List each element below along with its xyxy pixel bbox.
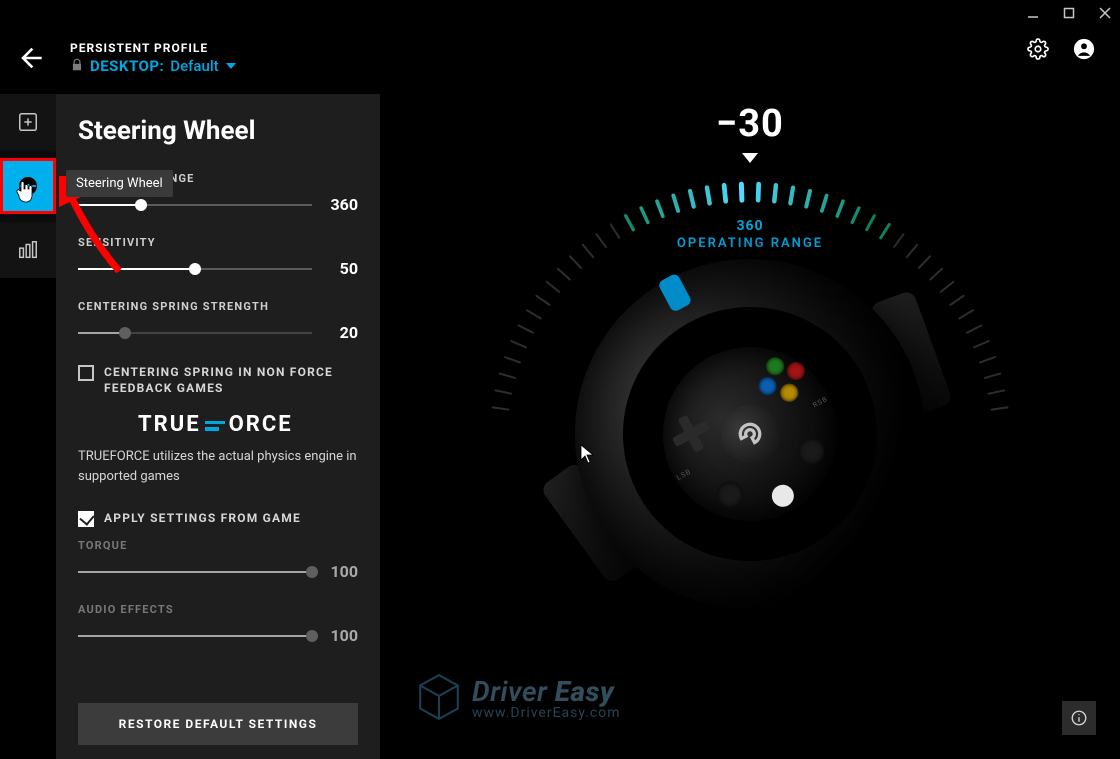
sensitivity-value: 50 (322, 259, 358, 278)
audio-effects-label: AUDIO EFFECTS (78, 603, 358, 616)
centering-spring-nonffb-checkbox[interactable]: CENTERING SPRING IN NON FORCE FEEDBACK G… (78, 364, 358, 396)
operating-range-slider[interactable] (78, 204, 312, 206)
mouse-cursor-icon (580, 444, 594, 468)
centering-spring-label: CENTERING SPRING STRENGTH (78, 300, 358, 313)
trueforce-logo-pre: TRUE (138, 412, 201, 437)
chevron-down-icon (225, 57, 237, 76)
rail-equalizer-button[interactable] (0, 222, 56, 278)
trueforce-logo-post: ORCE (229, 412, 293, 437)
drivereasy-watermark: Driver Easy www.DriverEasy.com (418, 673, 621, 725)
apply-from-game-label: APPLY SETTINGS FROM GAME (104, 510, 301, 526)
account-button[interactable] (1073, 38, 1095, 64)
sensitivity-label: SENSITIVITY (78, 236, 358, 249)
checkbox-checked-icon (78, 511, 94, 527)
rail-steering-wheel-button[interactable] (0, 158, 56, 214)
audio-effects-value: 100 (322, 626, 358, 645)
info-button[interactable] (1062, 701, 1096, 735)
trueforce-bars-icon (205, 421, 225, 431)
centering-spring-nonffb-label: CENTERING SPRING IN NON FORCE FEEDBACK G… (104, 364, 358, 396)
torque-slider (78, 571, 312, 573)
window-close-button[interactable] (1096, 4, 1114, 22)
torque-value: 100 (322, 562, 358, 581)
centering-spring-slider[interactable] (78, 332, 312, 334)
steering-angle-readout: −30 (716, 102, 784, 146)
panel-title: Steering Wheel (78, 116, 358, 146)
lock-icon (70, 57, 84, 76)
cursor-hand-icon (15, 179, 35, 203)
torque-label: TORQUE (78, 539, 358, 552)
profile-scope: DESKTOP: (90, 57, 164, 75)
watermark-brand-light: Driver (472, 675, 547, 708)
steering-wheel-tooltip: Steering Wheel (66, 170, 173, 197)
centering-spring-value: 20 (322, 323, 358, 342)
watermark-url: www.DriverEasy.com (472, 706, 621, 721)
restore-defaults-button[interactable]: RESTORE DEFAULT SETTINGS (78, 703, 358, 745)
trueforce-description: TRUEFORCE utilizes the actual physics en… (78, 447, 358, 486)
cube-icon (418, 673, 460, 725)
watermark-brand-bold: Easy (555, 675, 615, 708)
profile-selector[interactable]: DESKTOP: Default (70, 57, 237, 76)
rail-add-button[interactable] (0, 94, 56, 150)
checkbox-unchecked-icon (78, 365, 94, 381)
profile-name: Default (170, 57, 218, 75)
window-maximize-button[interactable] (1060, 4, 1078, 22)
profile-heading: PERSISTENT PROFILE (70, 41, 237, 55)
audio-effects-slider (78, 635, 312, 637)
operating-range-value: 360 (322, 195, 358, 214)
trueforce-logo: TRUE ORCE (138, 412, 358, 437)
sensitivity-slider[interactable] (78, 268, 312, 270)
window-minimize-button[interactable] (1024, 4, 1042, 22)
apply-from-game-checkbox[interactable]: APPLY SETTINGS FROM GAME (78, 510, 358, 527)
settings-button[interactable] (1027, 38, 1049, 64)
back-button[interactable] (10, 38, 50, 78)
